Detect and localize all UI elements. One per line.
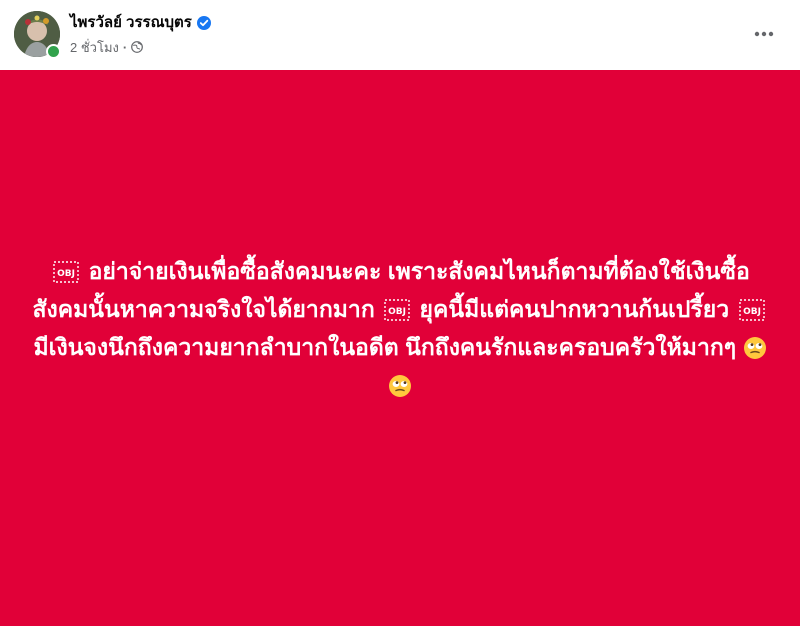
svg-text:OBJ: OBJ [57, 269, 75, 279]
post-text-segment-3: มีเงินจงนึกถึงความยากลำบากในอดีต นึกถึงค… [33, 334, 737, 360]
online-status-indicator [46, 44, 61, 59]
obj-icon: OBJ [384, 294, 410, 321]
post-header: ไพรวัลย์ วรรณบุตร 2 ชั่วโมง · [0, 0, 800, 70]
verified-badge-icon [196, 16, 211, 30]
post-meta: 2 ชั่วโมง · [70, 37, 144, 58]
obj-icon: OBJ [738, 294, 765, 321]
obj-icon: OBJ [53, 256, 79, 283]
post-text-card: OBJ อย่าจ่ายเงินเพื่อซื้อสังคมนะคะ เพราะ… [0, 70, 800, 626]
post-body: OBJ อย่าจ่ายเงินเพื่อซื้อสังคมนะคะ เพราะ… [30, 252, 770, 404]
facebook-post: ไพรวัลย์ วรรณบุตร 2 ชั่วโมง · OBJ อย่าจ่… [0, 0, 800, 626]
author-name[interactable]: ไพรวัลย์ วรรณบุตร [70, 13, 192, 33]
eye-roll-emoji-icon [388, 371, 412, 397]
post-timestamp[interactable]: 2 ชั่วโมง [70, 37, 119, 58]
author-row: ไพรวัลย์ วรรณบุตร [70, 13, 211, 33]
post-text-segment-2: ยุคนี้มีแต่คนปากหวานก้นเปรี้ยว [419, 296, 730, 322]
svg-text:OBJ: OBJ [743, 307, 761, 317]
meta-separator: · [122, 39, 128, 55]
more-horizontal-icon [754, 31, 774, 37]
more-options-button[interactable] [746, 16, 782, 52]
globe-icon[interactable] [131, 41, 144, 53]
svg-text:OBJ: OBJ [388, 307, 406, 317]
eye-roll-emoji-icon [743, 333, 767, 359]
